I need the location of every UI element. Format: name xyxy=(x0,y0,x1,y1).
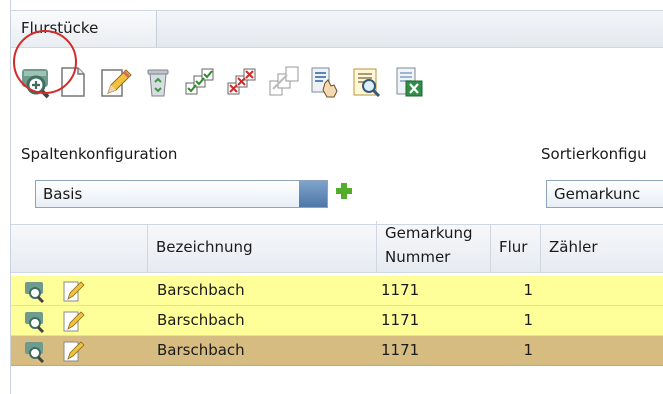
column-header-flur[interactable]: Flur xyxy=(490,225,540,273)
sort-config-value: Gemarkunc xyxy=(554,185,641,203)
edit-icon[interactable] xyxy=(98,64,132,100)
annotation-circle xyxy=(13,30,77,94)
column-actions-header xyxy=(11,225,147,273)
column-config-label: Spaltenkonfiguration xyxy=(21,145,178,163)
tab-bar: Flurstücke xyxy=(11,10,663,48)
cell-gemarkung: 1171 xyxy=(381,311,420,329)
column-config-value: Basis xyxy=(43,185,83,203)
table-row[interactable]: Barschbach 1171 1 xyxy=(11,276,663,306)
toolbar xyxy=(11,48,663,128)
edit-icon[interactable] xyxy=(61,309,85,333)
sort-config-select[interactable]: Gemarkunc xyxy=(546,180,663,208)
table-row-selected[interactable]: Barschbach 1171 1 xyxy=(11,336,663,366)
column-header-bezeichnung[interactable]: Bezeichnung xyxy=(147,225,376,273)
column-config-select[interactable]: Basis xyxy=(35,180,328,208)
show-details-icon[interactable] xyxy=(23,309,47,334)
check-items-icon[interactable] xyxy=(183,64,217,100)
cell-gemarkung: 1171 xyxy=(381,281,420,299)
table-header: Bezeichnung Gemarkung Nummer Flur Zähler xyxy=(11,221,663,273)
cell-flur: 1 xyxy=(523,341,533,359)
cell-flur: 1 xyxy=(523,311,533,329)
table-row[interactable]: Barschbach 1171 1 xyxy=(11,306,663,336)
cell-gemarkung: 1171 xyxy=(381,341,420,359)
column-header-zaehler[interactable]: Zähler xyxy=(540,225,663,273)
edit-icon[interactable] xyxy=(61,339,85,363)
copy-items-icon[interactable] xyxy=(267,64,301,100)
add-config-icon[interactable] xyxy=(334,181,354,201)
cross-items-icon[interactable] xyxy=(225,64,259,100)
flurstuecke-panel: Flurstücke Spaltenkonfiguration Sortierk… xyxy=(10,0,663,394)
document-pointer-icon[interactable] xyxy=(309,64,343,100)
show-details-icon[interactable] xyxy=(23,339,47,364)
cell-bezeichnung: Barschbach xyxy=(157,311,245,329)
column-header-gemarkung[interactable]: Gemarkung Nummer xyxy=(376,221,490,273)
edit-icon[interactable] xyxy=(61,279,85,303)
show-details-icon[interactable] xyxy=(23,279,47,304)
sort-config-label: Sortierkonfigu xyxy=(541,145,647,163)
cell-bezeichnung: Barschbach xyxy=(157,281,245,299)
cell-bezeichnung: Barschbach xyxy=(157,341,245,359)
recycle-bin-icon[interactable] xyxy=(141,64,175,100)
search-document-icon[interactable] xyxy=(351,64,385,100)
dropdown-arrow-icon[interactable] xyxy=(299,181,327,207)
cell-flur: 1 xyxy=(523,281,533,299)
export-excel-icon[interactable] xyxy=(393,64,427,100)
